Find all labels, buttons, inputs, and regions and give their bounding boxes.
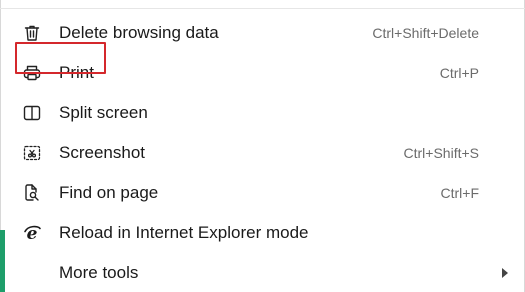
screenshot-icon <box>22 143 42 163</box>
menu-item-shortcut: Ctrl+F <box>440 185 480 201</box>
menu-item-reload-ie-mode[interactable]: e Reload in Internet Explorer mode <box>0 213 525 253</box>
menu-item-label: More tools <box>59 263 139 282</box>
menu-item-shortcut: Ctrl+Shift+Delete <box>372 25 479 41</box>
menu-item-label: Find on page <box>59 183 159 202</box>
context-menu-window: Delete browsing data Ctrl+Shift+Delete P… <box>0 0 525 292</box>
find-icon <box>22 183 42 203</box>
menu-item-label: Reload in Internet Explorer mode <box>59 223 309 242</box>
print-highlight-box <box>15 42 106 74</box>
menu-item-split-screen[interactable]: Split screen <box>0 93 525 133</box>
internet-explorer-icon: e <box>22 223 42 243</box>
menu-item-more-tools[interactable]: More tools <box>0 253 525 292</box>
menu-item-shortcut: Ctrl+Shift+S <box>403 145 479 161</box>
menu-item-find-on-page[interactable]: Find on page Ctrl+F <box>0 173 525 213</box>
menu-item-screenshot[interactable]: Screenshot Ctrl+Shift+S <box>0 133 525 173</box>
menu-item-shortcut: Ctrl+P <box>439 65 479 81</box>
chevron-right-icon <box>502 268 508 278</box>
menu-item-label: Delete browsing data <box>59 23 219 42</box>
menu-item-label: Split screen <box>59 103 148 122</box>
trash-icon <box>22 23 42 43</box>
menu-divider <box>0 8 525 9</box>
split-screen-icon <box>22 103 42 123</box>
menu-item-label: Screenshot <box>59 143 145 162</box>
